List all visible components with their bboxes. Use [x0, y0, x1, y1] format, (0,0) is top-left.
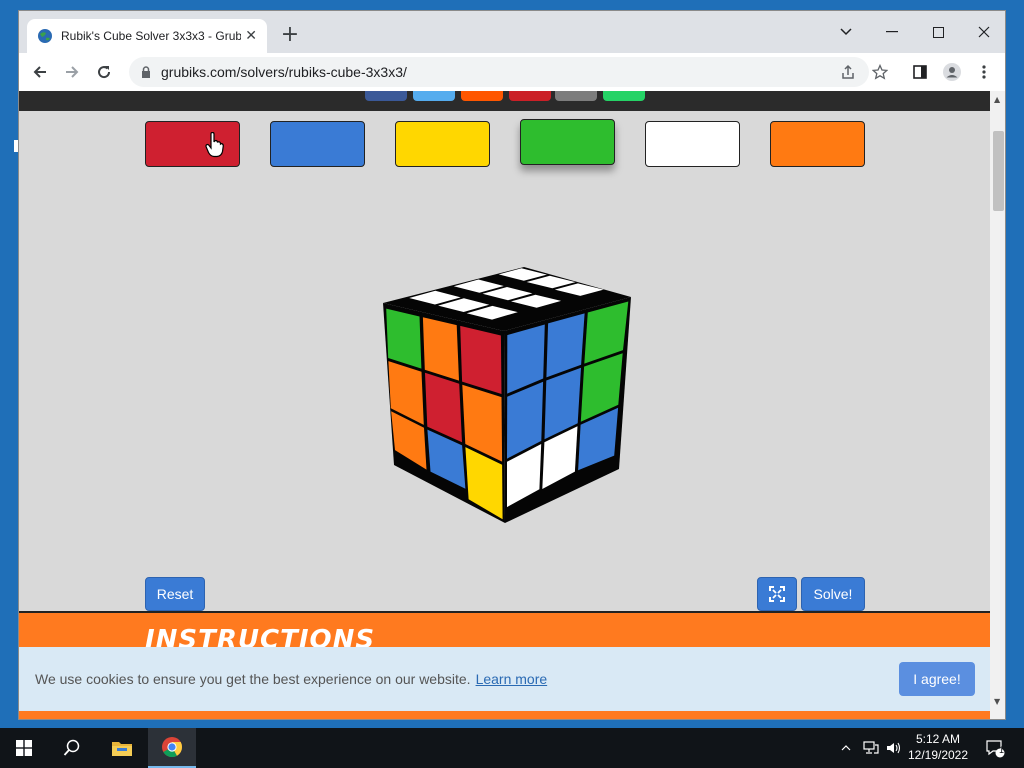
social-swatch[interactable] — [509, 91, 551, 101]
notification-count: 1 — [999, 745, 1005, 755]
learn-more-link[interactable]: Learn more — [476, 671, 548, 687]
clock-time: 5:12 AM — [915, 732, 961, 746]
system-clock[interactable]: 5:12 AM 12/19/2022 — [900, 731, 976, 763]
lock-icon — [142, 66, 150, 78]
reload-icon[interactable] — [91, 59, 117, 85]
notification-icon[interactable]: 1 — [980, 728, 1010, 768]
tab-title: Rubik's Cube Solver 3x3x3 - Grubiks — [61, 29, 241, 43]
forward-icon[interactable] — [59, 59, 85, 85]
globe-icon — [38, 29, 52, 43]
agree-button[interactable]: I agree! — [899, 662, 975, 696]
close-window-icon[interactable] — [961, 17, 1005, 47]
color-orange-button[interactable] — [770, 121, 865, 167]
file-explorer-icon[interactable] — [98, 728, 146, 768]
browser-tab[interactable]: Rubik's Cube Solver 3x3x3 - Grubiks ✕ — [27, 19, 267, 53]
windows-start-icon[interactable] — [0, 728, 48, 768]
browser-window: Rubik's Cube Solver 3x3x3 - Grubiks ✕ + … — [18, 10, 1006, 720]
minimize-icon[interactable] — [869, 17, 915, 47]
close-tab-icon[interactable]: ✕ — [245, 28, 257, 44]
tab-bar: Rubik's Cube Solver 3x3x3 - Grubiks ✕ + — [19, 11, 1005, 53]
scroll-up-icon[interactable]: ▲ — [994, 95, 1000, 104]
scroll-down-icon[interactable]: ▼ — [994, 697, 1000, 706]
star-icon[interactable] — [867, 59, 893, 85]
hand-cursor-icon — [205, 132, 224, 158]
social-swatch[interactable] — [365, 91, 407, 101]
page-scrollbar[interactable]: ▲ ▼ — [990, 91, 1005, 719]
page-viewport: Reset Solve! INSTRUCTIONS We use cookies… — [19, 91, 1005, 719]
address-bar[interactable]: grubiks.com/solvers/rubiks-cube-3x3x3/ — [129, 57, 869, 87]
search-icon[interactable] — [48, 728, 96, 768]
share-icon[interactable] — [835, 59, 861, 85]
fullscreen-icon — [769, 586, 785, 602]
chrome-icon[interactable] — [148, 728, 196, 768]
sidepanel-icon[interactable] — [907, 59, 933, 85]
browser-toolbar: grubiks.com/solvers/rubiks-cube-3x3x3/ — [19, 53, 1005, 91]
color-green-button[interactable] — [520, 119, 615, 165]
menu-icon[interactable] — [971, 59, 997, 85]
url-text[interactable]: grubiks.com/solvers/rubiks-cube-3x3x3/ — [161, 64, 407, 80]
maximize-icon[interactable] — [915, 17, 961, 47]
scroll-thumb[interactable] — [993, 131, 1004, 211]
back-icon[interactable] — [27, 59, 53, 85]
color-yellow-button[interactable] — [395, 121, 490, 167]
color-red-button[interactable] — [145, 121, 240, 167]
clock-date: 12/19/2022 — [907, 748, 969, 762]
windows-taskbar: 5:12 AM 12/19/2022 1 — [0, 728, 1024, 768]
social-swatch[interactable] — [413, 91, 455, 101]
cookie-banner: We use cookies to ensure you get the bes… — [19, 647, 990, 711]
color-blue-button[interactable] — [270, 121, 365, 167]
social-swatch[interactable] — [603, 91, 645, 101]
color-white-button[interactable] — [645, 121, 740, 167]
solve-button[interactable]: Solve! — [801, 577, 865, 611]
reset-button[interactable]: Reset — [145, 577, 205, 611]
cookie-text: We use cookies to ensure you get the bes… — [35, 671, 471, 687]
profile-icon[interactable] — [939, 59, 965, 85]
social-bar — [19, 91, 990, 111]
social-swatch[interactable] — [461, 91, 503, 101]
social-swatch[interactable] — [555, 91, 597, 101]
chevron-up-icon[interactable] — [836, 728, 856, 768]
network-icon[interactable] — [860, 728, 882, 768]
tab-search-icon[interactable] — [823, 17, 869, 47]
new-tab-button[interactable]: + — [277, 23, 303, 49]
rubiks-cube-3d[interactable] — [374, 256, 654, 526]
fullscreen-button[interactable] — [757, 577, 797, 611]
